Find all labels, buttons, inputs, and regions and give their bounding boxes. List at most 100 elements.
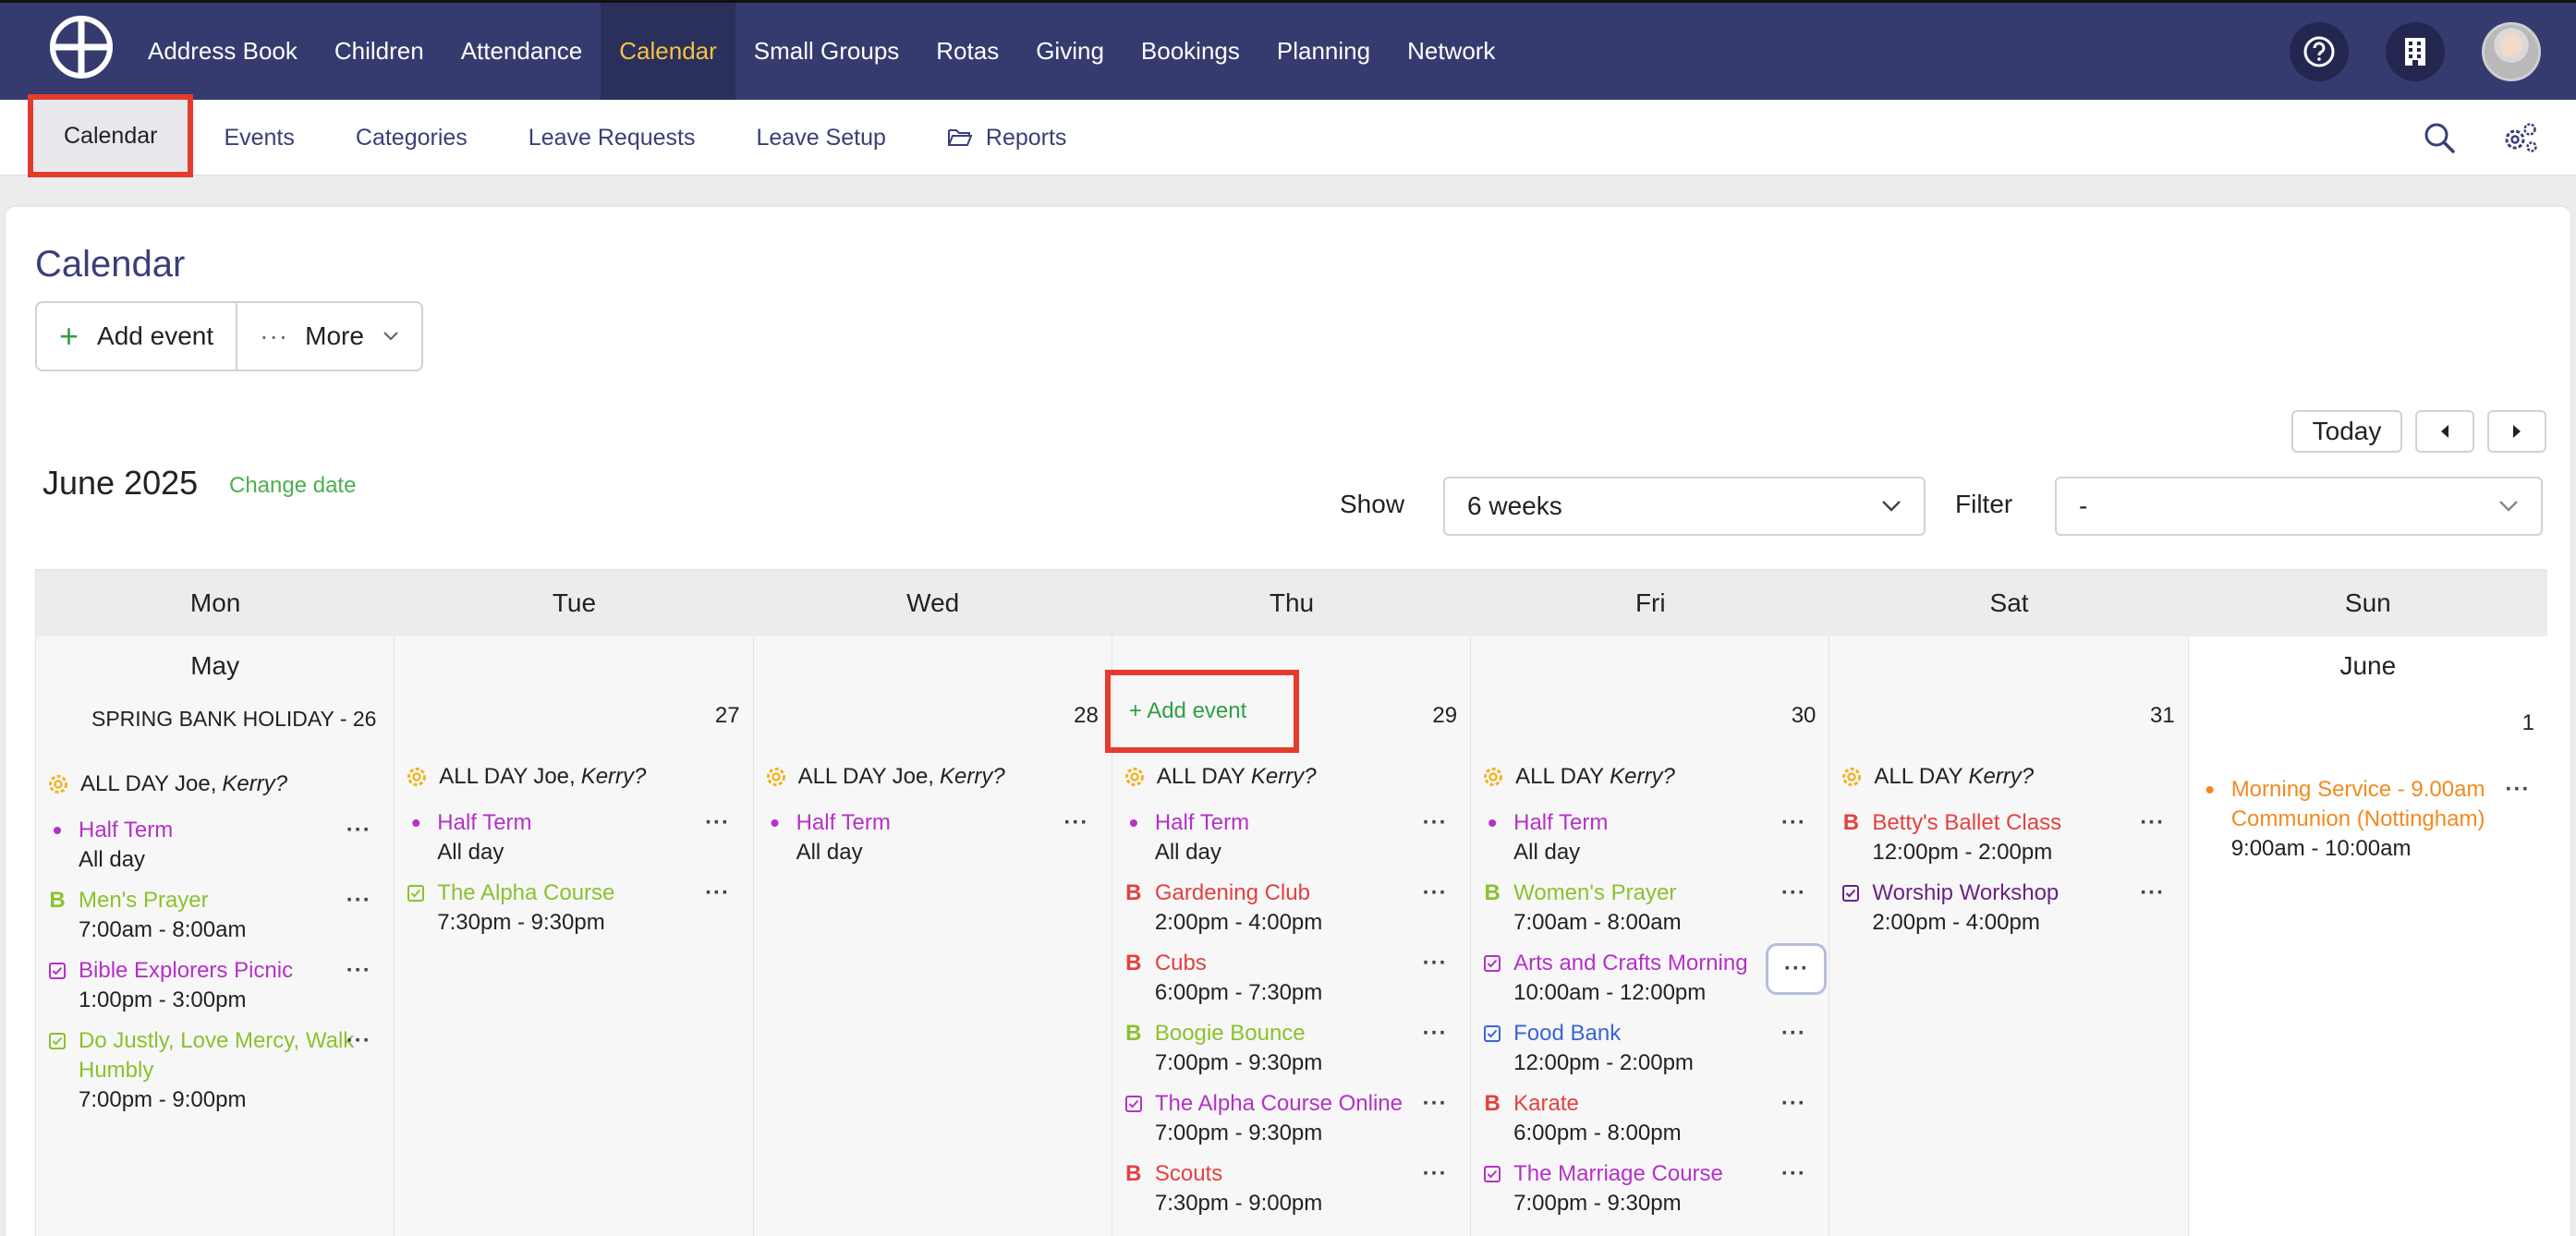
event-options-button[interactable]: ··· bbox=[1416, 1159, 1453, 1189]
day-cell[interactable]: 30 ALL DAY Kerry? • Half Term All day ··· B Wome… bbox=[1471, 636, 1830, 1236]
event-options-button[interactable]: ··· bbox=[2499, 775, 2536, 805]
event-options-button[interactable]: ··· bbox=[1416, 949, 1453, 978]
event-title-link[interactable]: Half Term bbox=[796, 808, 1102, 838]
event-title-link[interactable]: Bible Explorers Picnic bbox=[79, 956, 384, 986]
event-title-link[interactable]: Women's Prayer bbox=[1513, 879, 1819, 908]
day-cell[interactable]: 27 ALL DAY Joe, Kerry? • Half Term All day ··· T… bbox=[395, 636, 754, 1236]
event-title-link[interactable]: Do Justly, Love Mercy, Walk Humbly bbox=[79, 1026, 384, 1085]
event-options-button[interactable]: ··· bbox=[1058, 808, 1095, 838]
show-select[interactable]: 6 weeks bbox=[1443, 477, 1926, 536]
show-select-value: 6 weeks bbox=[1467, 491, 1562, 520]
event-options-button[interactable]: ··· bbox=[699, 879, 736, 908]
calendar-event: Worship Workshop 2:00pm - 4:00pm ··· bbox=[1841, 879, 2178, 938]
event-options-button[interactable]: ··· bbox=[1416, 1089, 1453, 1119]
event-title-link[interactable]: Morning Service - 9.00am Communion (Nott… bbox=[2231, 775, 2538, 834]
subnav-item-calendar[interactable]: Calendar bbox=[28, 94, 194, 177]
building-icon[interactable] bbox=[2386, 21, 2445, 81]
help-icon[interactable] bbox=[2290, 21, 2349, 81]
today-button[interactable]: Today bbox=[2291, 410, 2402, 453]
all-day-pending-name: Kerry? bbox=[939, 764, 1005, 789]
prev-button[interactable] bbox=[2415, 410, 2474, 453]
event-options-button[interactable]: ··· bbox=[340, 816, 377, 845]
settings-icon[interactable] bbox=[2500, 121, 2539, 154]
calendar-event: Do Justly, Love Mercy, Walk Humbly 7:00pm… bbox=[47, 1026, 384, 1115]
day-cell[interactable]: 31 ALL DAY Kerry? B Betty's Ballet Class 12:0… bbox=[1829, 636, 2189, 1236]
event-options-button[interactable]: ··· bbox=[1775, 879, 1812, 908]
calendar-event: • Half Term All day ··· bbox=[406, 808, 743, 867]
event-title-link[interactable]: Worship Workshop bbox=[1872, 879, 2178, 908]
search-icon[interactable] bbox=[2423, 121, 2456, 154]
bullet-icon: • bbox=[770, 808, 780, 837]
subnav-item-reports[interactable]: Reports bbox=[917, 100, 1098, 176]
day-cell[interactable]: 28 ALL DAY Joe, Kerry? • Half Term All day ··· bbox=[753, 636, 1112, 1236]
event-options-button[interactable]: ··· bbox=[340, 1026, 377, 1056]
add-event-button[interactable]: + Add event bbox=[37, 303, 236, 370]
month-name-label: May bbox=[190, 651, 240, 680]
event-options-button[interactable]: ··· bbox=[1416, 1019, 1453, 1048]
subnav-item-events[interactable]: Events bbox=[193, 100, 324, 176]
nav-item-attendance[interactable]: Attendance bbox=[443, 3, 601, 100]
subnav-item-leave-setup[interactable]: Leave Setup bbox=[725, 100, 916, 176]
event-title-link[interactable]: Gardening Club bbox=[1155, 879, 1461, 908]
show-label: Show bbox=[1340, 490, 1405, 518]
event-options-button[interactable]: ··· bbox=[1416, 808, 1453, 838]
subnav-item-leave-requests[interactable]: Leave Requests bbox=[498, 100, 726, 176]
all-day-prefix: ALL DAY bbox=[1515, 764, 1605, 789]
nav-item-bookings[interactable]: Bookings bbox=[1123, 3, 1258, 100]
event-options-button[interactable]: ··· bbox=[340, 886, 377, 915]
add-event-label: Add event bbox=[97, 321, 214, 350]
event-time: 7:00am - 8:00am bbox=[1513, 910, 1682, 935]
event-title-link[interactable]: The Alpha Course Online bbox=[1155, 1089, 1461, 1119]
event-options-button[interactable]: ··· bbox=[1766, 943, 1828, 995]
nav-item-network[interactable]: Network bbox=[1389, 3, 1513, 100]
event-title-link[interactable]: Half Term bbox=[1513, 808, 1819, 838]
subnav-item-categories[interactable]: Categories bbox=[325, 100, 498, 176]
event-title-link[interactable]: Half Term bbox=[79, 816, 384, 845]
event-title-link[interactable]: Cubs bbox=[1155, 949, 1461, 978]
nav-item-giving[interactable]: Giving bbox=[1017, 3, 1123, 100]
event-title-link[interactable]: Half Term bbox=[437, 808, 743, 838]
next-button[interactable] bbox=[2487, 410, 2546, 453]
event-title-link[interactable]: Half Term bbox=[1155, 808, 1461, 838]
add-event-day-button[interactable]: + Add event bbox=[1104, 670, 1299, 753]
event-title-link[interactable]: Boogie Bounce bbox=[1155, 1019, 1461, 1048]
bullet-icon: • bbox=[1128, 808, 1138, 837]
event-title-link[interactable]: Food Bank bbox=[1513, 1019, 1819, 1048]
event-options-button[interactable]: ··· bbox=[2134, 808, 2171, 838]
event-time: 1:00pm - 3:00pm bbox=[79, 988, 247, 1012]
event-options-button[interactable]: ··· bbox=[340, 956, 377, 986]
event-options-button[interactable]: ··· bbox=[2134, 879, 2171, 908]
all-day-prefix: ALL DAY bbox=[1874, 764, 1963, 789]
event-options-button[interactable]: ··· bbox=[1775, 1089, 1812, 1119]
top-navbar: Address Book Children Attendance Calendar Sm… bbox=[0, 0, 2576, 100]
day-cell[interactable]: June 1 • Morning Service - 9.00am Communion… bbox=[2188, 636, 2547, 1236]
event-title-link[interactable]: Karate bbox=[1513, 1089, 1819, 1119]
event-title-link[interactable]: The Alpha Course bbox=[437, 879, 743, 908]
event-options-button[interactable]: ··· bbox=[1775, 808, 1812, 838]
event-title-link[interactable]: Men's Prayer bbox=[79, 886, 384, 915]
calendar-event: The Marriage Course 7:00pm - 9:30pm ··· bbox=[1482, 1159, 1819, 1218]
event-options-button[interactable]: ··· bbox=[1416, 879, 1453, 908]
day-number: 28 bbox=[1074, 703, 1099, 728]
event-options-button[interactable]: ··· bbox=[1775, 1159, 1812, 1189]
nav-item-calendar[interactable]: Calendar bbox=[601, 3, 735, 100]
nav-item-rotas[interactable]: Rotas bbox=[917, 3, 1017, 100]
event-options-button[interactable]: ··· bbox=[1775, 1019, 1812, 1048]
more-button[interactable]: ··· More bbox=[236, 303, 421, 370]
event-title-link[interactable]: Scouts bbox=[1155, 1159, 1461, 1189]
booking-icon: B bbox=[1125, 951, 1142, 975]
event-title-link[interactable]: The Marriage Course bbox=[1513, 1159, 1819, 1189]
nav-item-children[interactable]: Children bbox=[316, 3, 443, 100]
filter-select[interactable]: - bbox=[2055, 477, 2543, 536]
event-options-button[interactable]: ··· bbox=[699, 808, 736, 838]
logo-icon[interactable] bbox=[50, 16, 113, 79]
day-cell[interactable]: May SPRING BANK HOLIDAY - 26 ALL DAY Joe, Ke… bbox=[36, 636, 395, 1236]
change-date-link[interactable]: Change date bbox=[229, 473, 356, 499]
nav-item-small-groups[interactable]: Small Groups bbox=[735, 3, 918, 100]
nav-item-planning[interactable]: Planning bbox=[1258, 3, 1389, 100]
nav-item-address-book[interactable]: Address Book bbox=[129, 3, 316, 100]
event-title-link[interactable]: Betty's Ballet Class bbox=[1872, 808, 2178, 838]
day-cell[interactable]: 29 + Add event ALL DAY Kerry? • Half Term All … bbox=[1104, 636, 1472, 1236]
avatar[interactable] bbox=[2482, 21, 2541, 81]
bullet-icon: • bbox=[411, 808, 421, 837]
